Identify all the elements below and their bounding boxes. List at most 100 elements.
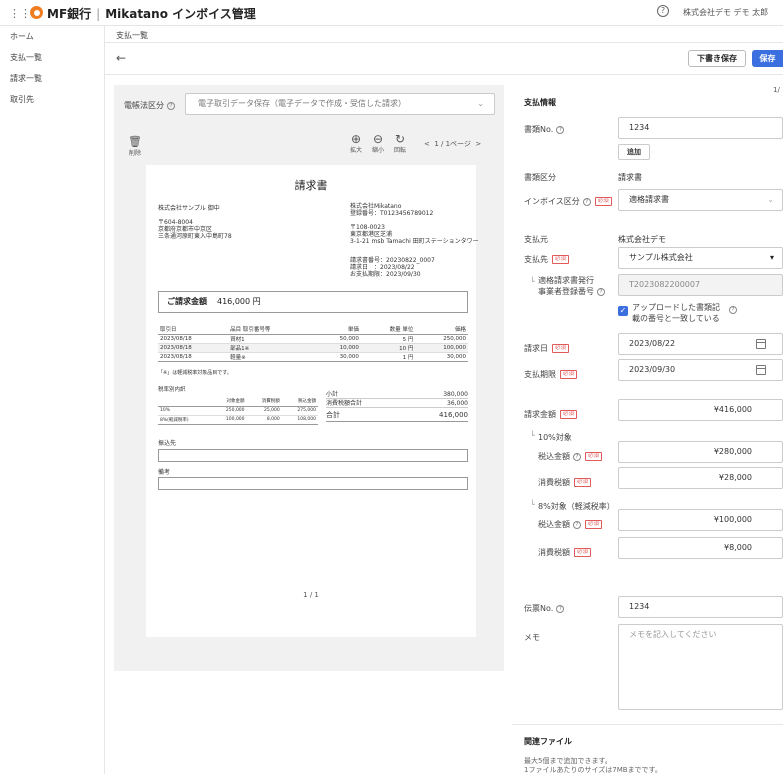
required-badge: 必須 — [552, 255, 570, 264]
table-header-row: 取引日 品目 取引番号等 単価 数量 単位 価格 — [158, 325, 468, 334]
memo-textarea[interactable]: メモを記入してください — [618, 624, 783, 710]
invoice-meta: お支払期限：2023/09/30 — [350, 271, 421, 278]
table-row: 2023/08/18 部品1※ 10,000 10 円 100,000 — [158, 343, 468, 352]
zoom-out-icon: ⊖ — [372, 132, 384, 146]
remarks-field — [158, 477, 468, 490]
page-pager[interactable]: < 1 / 1ページ > — [424, 139, 481, 149]
invoice-no-label: 書類No.? — [524, 124, 565, 135]
invoice-meta: 請求日 ：2023/08/22 — [350, 264, 415, 271]
match-checkbox-label[interactable]: 載の番号と一致している — [632, 313, 720, 324]
required-badge: 必須 — [574, 548, 592, 557]
rate10-tax-input[interactable]: ¥28,000 — [618, 467, 783, 489]
help-icon: ? — [597, 287, 605, 296]
law-category-select[interactable]: 電子取引データ保存（電子データで作成・受信した請求） ⌄ — [185, 93, 495, 115]
tree-connector: └ — [530, 500, 535, 509]
regno-label: 事業者登録番号? — [538, 286, 605, 297]
checkbox-checked-icon[interactable]: ✓ — [618, 306, 628, 316]
invoice-page: 請求書 株式会社サンプル 御中 〒604-8004 京都府京都市中京区 三条通河… — [146, 165, 479, 637]
save-draft-button[interactable]: 下書き保存 — [688, 50, 746, 67]
caret-down-icon: ▾ — [769, 253, 774, 262]
regno-label: 適格請求書発行 — [538, 276, 594, 285]
payer-value: 株式会社デモ — [618, 235, 666, 244]
from-address: 東京都港区芝浦 — [350, 231, 393, 238]
divider — [105, 42, 783, 43]
next-page-icon: > — [475, 140, 482, 148]
amount-label: 請求金額 必須 — [524, 409, 578, 420]
from-company: 株式会社Mikatano — [350, 203, 402, 210]
invoice-date-input[interactable]: 2023/08/22 — [618, 333, 783, 355]
help-icon[interactable]: ? — [729, 306, 737, 314]
table-row: 10% 250,000 25,000 275,000 — [158, 408, 318, 415]
amount-input[interactable]: ¥416,000 — [618, 399, 783, 421]
table-row: 2023/08/18 軽量※ 30,000 1 円 30,000 — [158, 353, 468, 361]
save-button[interactable]: 保存 — [752, 50, 783, 67]
rate10-incl-input[interactable]: ¥280,000 — [618, 441, 783, 463]
rate8-incl-input[interactable]: ¥100,000 — [618, 509, 783, 531]
help-icon: ? — [556, 604, 565, 613]
invoice-no-input[interactable]: 1234 — [618, 117, 783, 139]
user-menu[interactable]: 株式会社デモ デモ 太郎 — [683, 7, 768, 18]
help-icon: ? — [582, 197, 591, 206]
required-badge: 必須 — [585, 452, 603, 461]
page-footer: 1 / 1 — [303, 591, 319, 599]
invoice-type-select[interactable]: 適格請求書 ⌄ — [618, 189, 783, 211]
top-bar: ⋮⋮⋮ MF銀行 | Mikatano インボイス管理 ? 株式会社デモ デモ 太郎 — [0, 0, 783, 26]
related-files-title: 関連ファイル — [524, 737, 572, 746]
tax-breakdown-table: 対象金額 消費税額 税込金額 10% 250,000 25,000 275,000 8%(… — [158, 397, 318, 425]
sidebar-item-partners[interactable]: 取引先 — [0, 89, 104, 110]
brand-app: Mikatano インボイス管理 — [105, 7, 256, 21]
invoice-date-label: 請求日 必須 — [524, 343, 570, 354]
tax-breakdown-title: 税率別内訳 — [158, 387, 186, 393]
invoice-meta: 請求書番号：20230822_0007 — [350, 257, 435, 264]
regno-input: T2023082200007 — [618, 274, 783, 296]
to-company: 株式会社サンプル 御中 — [158, 205, 220, 212]
law-category-label: 電帳法区分? — [124, 100, 175, 111]
sidebar-item-invoices[interactable]: 請求一覧 — [0, 68, 104, 89]
from-postal: 〒108-0023 — [350, 224, 385, 231]
zoom-in-icon: ⊕ — [350, 132, 362, 146]
divider — [105, 74, 783, 75]
brand: MF銀行 | Mikatano インボイス管理 — [47, 7, 256, 21]
rotate-tool[interactable]: ↻ 回転 — [394, 132, 406, 154]
tree-connector: └ — [530, 277, 535, 286]
slip-no-input[interactable]: 1234 — [618, 596, 783, 618]
match-checkbox-label[interactable]: アップロードした書類記 — [632, 302, 720, 313]
sidebar-item-payments[interactable]: 支払一覧 — [0, 47, 104, 68]
due-date-label: 支払期限 必須 — [524, 369, 578, 380]
invoice-total-box: ご請求金額 416,000 円 — [158, 291, 468, 313]
calendar-icon — [756, 339, 766, 349]
section-title: 支払情報 — [524, 98, 556, 107]
due-date-input[interactable]: 2023/09/30 — [618, 359, 783, 381]
prev-page-icon: < — [424, 140, 430, 148]
add-invoice-no-button[interactable]: 追加 — [618, 144, 650, 160]
sidebar-item-home[interactable]: ホーム — [0, 26, 104, 47]
slip-no-label: 伝票No.? — [524, 603, 565, 614]
rate8-tax-input[interactable]: ¥8,000 — [618, 537, 783, 559]
memo-label: メモ — [524, 633, 540, 642]
help-icon[interactable]: ? — [657, 5, 669, 17]
tree-connector: └ — [530, 431, 535, 440]
rate10-tax-label: 消費税額 必須 — [538, 477, 592, 488]
help-icon: ? — [573, 520, 581, 529]
bank-label: 振込先 — [158, 440, 177, 447]
invoice-items-table: 取引日 品目 取引番号等 単価 数量 単位 価格 2023/08/18 資材1 50,000… — [158, 325, 468, 362]
rate8-incl-label: 税込金額? 必須 — [538, 519, 603, 530]
back-arrow-icon[interactable]: ← — [116, 51, 126, 65]
zoom-out-tool[interactable]: ⊖ 縮小 — [372, 132, 384, 154]
bank-field — [158, 449, 468, 462]
trash-icon: 🗑 — [128, 135, 142, 148]
invoice-title: 請求書 — [294, 179, 328, 192]
payer-label: 支払元 — [524, 235, 548, 244]
rate8-tax-label: 消費税額 必須 — [538, 547, 592, 558]
required-badge: 必須 — [560, 410, 578, 419]
help-icon: ? — [556, 125, 565, 134]
zoom-in-tool[interactable]: ⊕ 拡大 — [350, 132, 362, 154]
breadcrumb[interactable]: 支払一覧 — [116, 30, 148, 41]
required-badge: 必須 — [552, 344, 570, 353]
required-badge: 必須 — [585, 520, 603, 529]
invoice-summary: 小計 380,000 消費税額合計 36,000 合計 416,000 — [326, 390, 468, 422]
payee-select[interactable]: サンプル株式会社 ▾ — [618, 247, 783, 269]
delete-tool[interactable]: 🗑 削除 — [128, 135, 142, 157]
divider — [512, 724, 783, 725]
document-viewer: 電帳法区分? 電子取引データ保存（電子データで作成・受信した請求） ⌄ 🗑 削除 ⊕… — [114, 85, 504, 671]
